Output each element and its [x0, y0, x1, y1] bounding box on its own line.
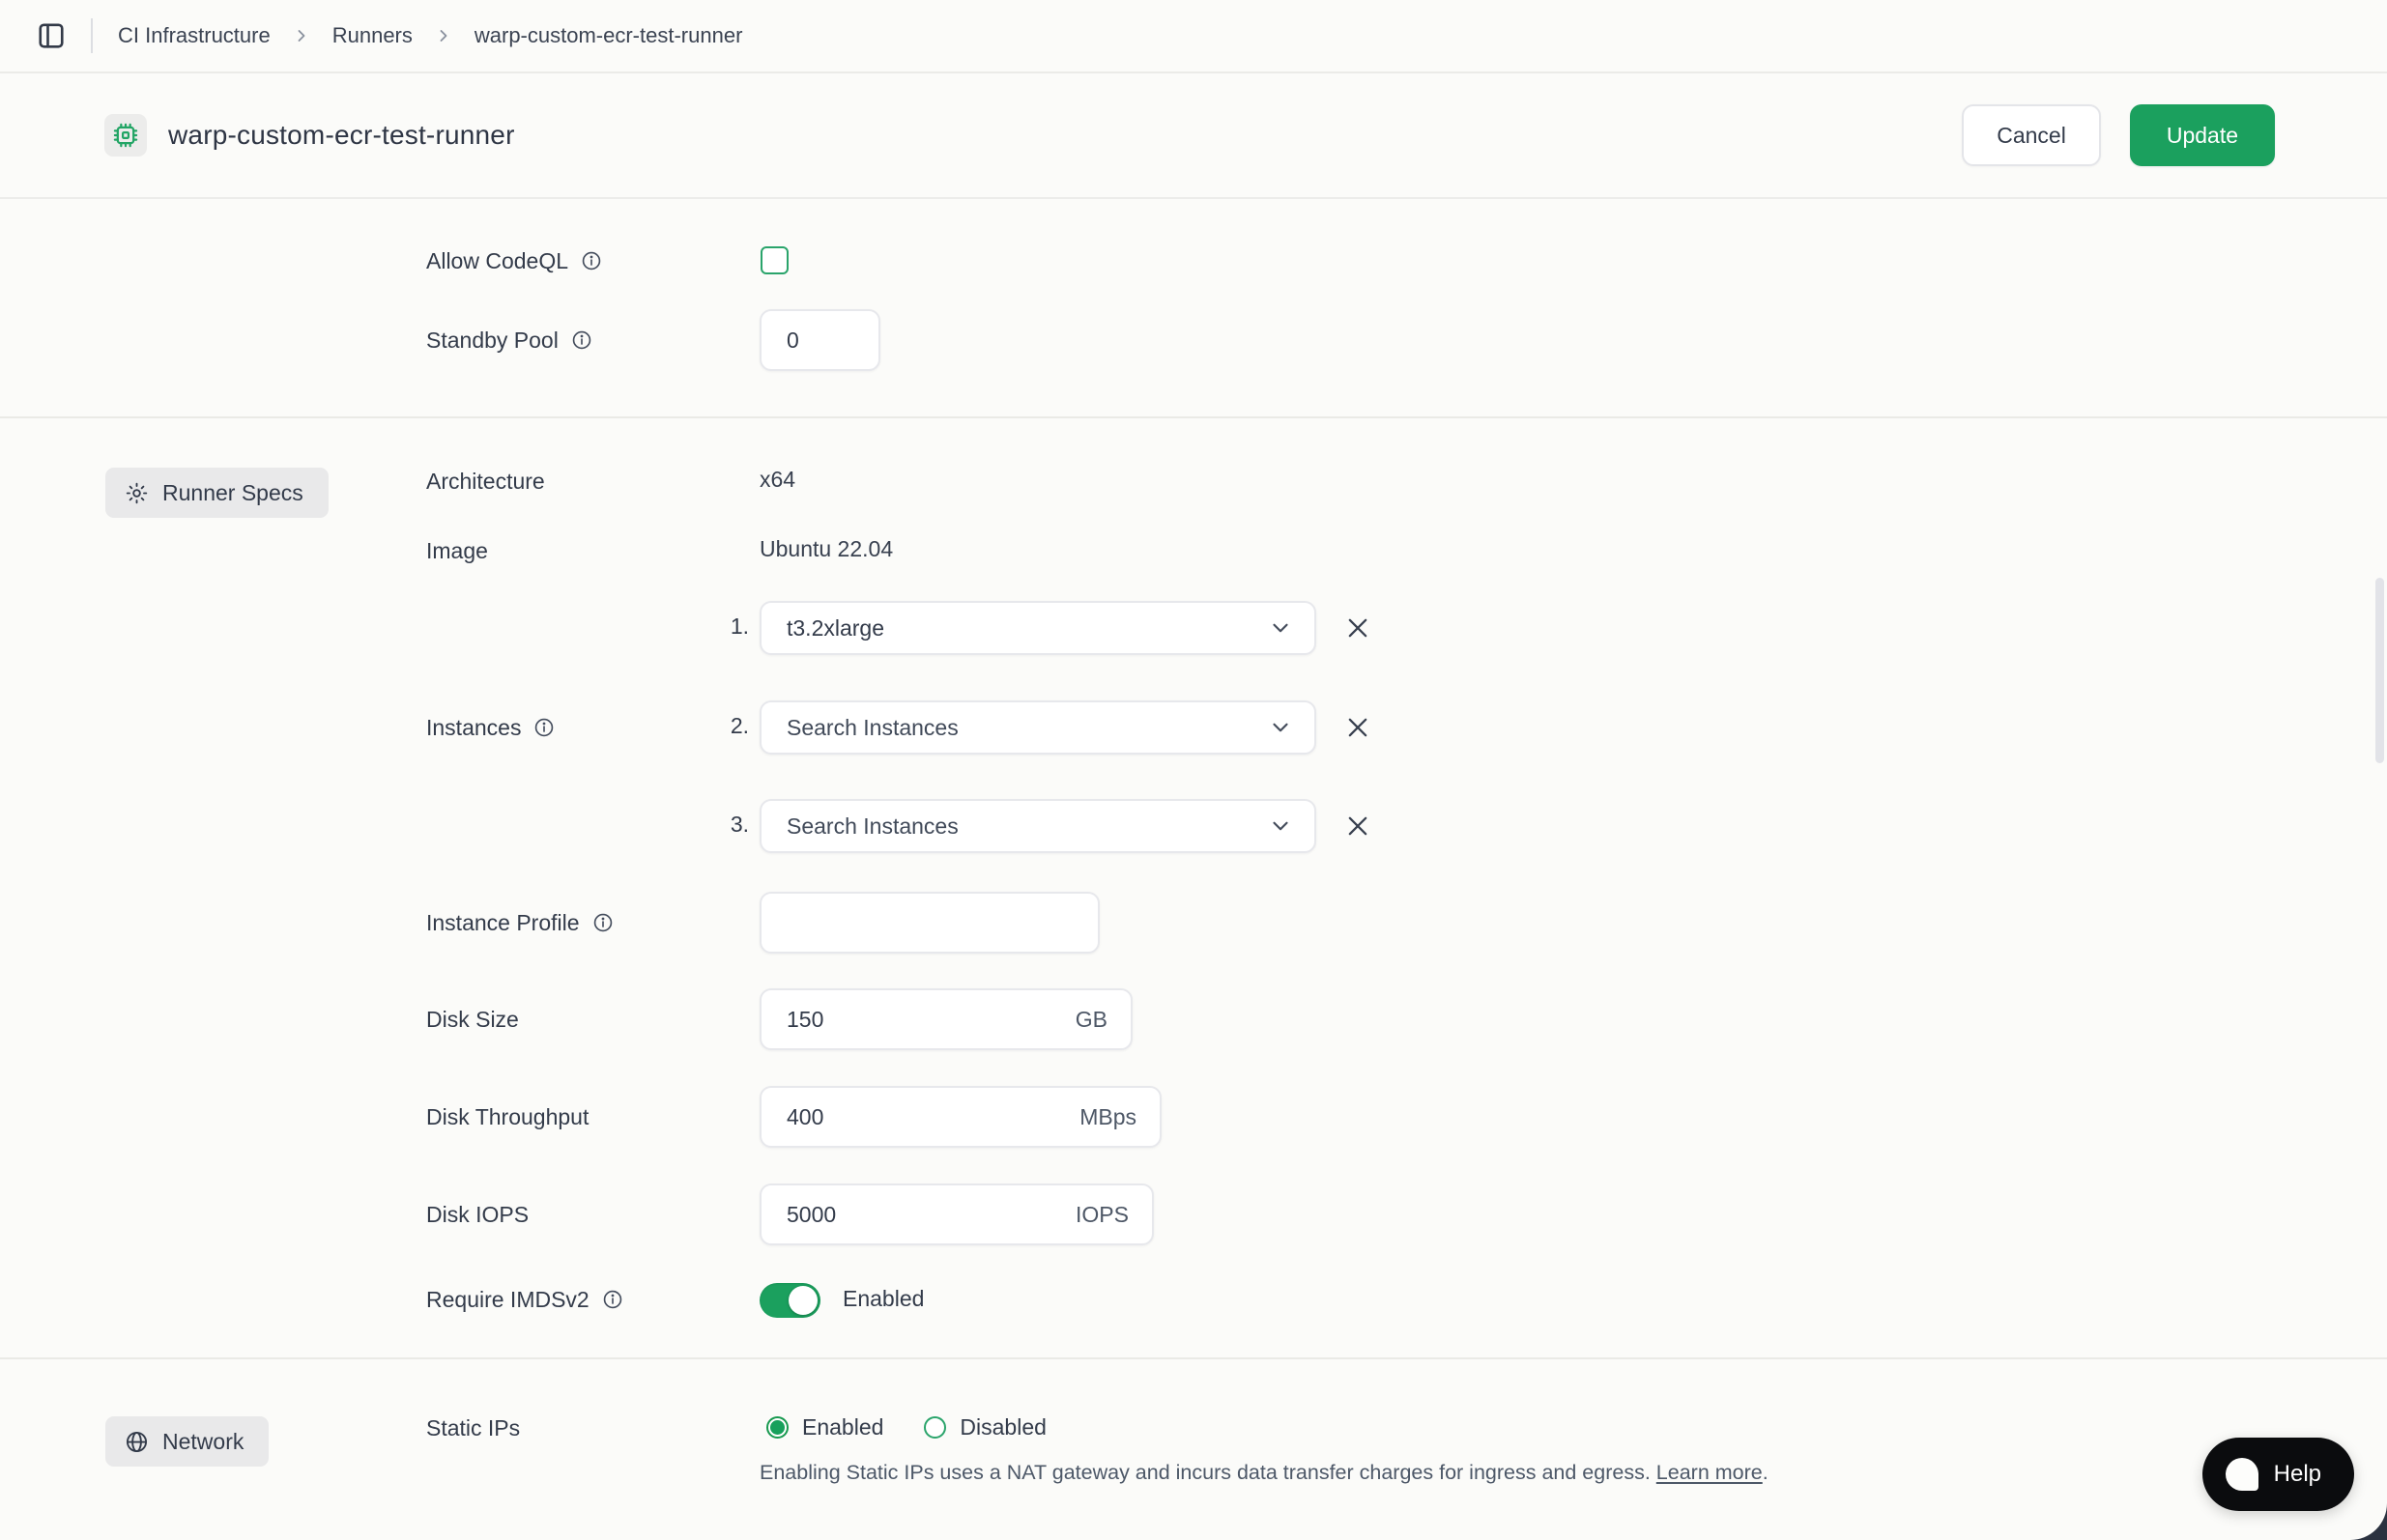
- image-row: Image Ubuntu 22.04: [0, 524, 2387, 578]
- breadcrumb-ci-infrastructure[interactable]: CI Infrastructure: [118, 23, 271, 48]
- imdsv2-row: Require IMDSv2 Enabled: [0, 1272, 2387, 1326]
- help-text-period: .: [1762, 1461, 1769, 1484]
- standby-pool-row: Standby Pool: [0, 309, 2387, 371]
- instance-profile-input-wrap: [760, 892, 1100, 954]
- info-icon[interactable]: [592, 912, 614, 933]
- instance-profile-row: Instance Profile: [0, 892, 2387, 954]
- instance-profile-input[interactable]: [760, 892, 1100, 954]
- allow-codeql-label-group: Allow CodeQL: [426, 234, 602, 288]
- instance-profile-label: Instance Profile: [426, 909, 580, 935]
- info-icon[interactable]: [602, 1289, 623, 1310]
- standby-pool-label-group: Standby Pool: [426, 309, 592, 371]
- imdsv2-toggle[interactable]: [760, 1283, 820, 1318]
- static-ips-enabled-option[interactable]: Enabled: [766, 1414, 883, 1440]
- instance-row-number: 1.: [730, 613, 749, 639]
- instance-select-2-placeholder: Search Instances: [787, 714, 959, 740]
- standby-pool-input[interactable]: [760, 309, 880, 371]
- header-actions: Cancel Update: [1962, 104, 2275, 166]
- instance-row-1: 1. t3.2xlarge: [0, 601, 2387, 655]
- static-ips-enabled-label: Enabled: [802, 1414, 884, 1440]
- page-title: warp-custom-ecr-test-runner: [168, 120, 515, 150]
- section-divider: [0, 416, 2387, 418]
- disk-throughput-row: Disk Throughput MBps: [0, 1086, 2387, 1148]
- info-icon[interactable]: [581, 250, 602, 271]
- static-ips-disabled-label: Disabled: [960, 1414, 1047, 1440]
- disk-size-label: Disk Size: [426, 1006, 519, 1032]
- disk-iops-input[interactable]: [760, 1184, 1154, 1245]
- breadcrumb-bar: CI Infrastructure Runners warp-custom-ec…: [0, 0, 2387, 73]
- image-label: Image: [426, 537, 488, 563]
- instance-select-1[interactable]: t3.2xlarge: [760, 601, 1316, 655]
- disk-iops-label: Disk IOPS: [426, 1201, 530, 1227]
- disk-throughput-input-wrap: MBps: [760, 1086, 1162, 1148]
- help-button-label: Help: [2273, 1461, 2321, 1487]
- remove-instance-2-button[interactable]: [1341, 711, 1374, 744]
- disk-size-input-wrap: GB: [760, 988, 1133, 1050]
- architecture-value: x64: [760, 467, 796, 492]
- disk-size-input[interactable]: [760, 988, 1133, 1050]
- disk-throughput-label: Disk Throughput: [426, 1103, 590, 1129]
- instance-select-2[interactable]: Search Instances: [760, 700, 1316, 755]
- divider: [91, 18, 93, 53]
- chevron-right-icon: [292, 26, 311, 45]
- breadcrumb-current-runner: warp-custom-ecr-test-runner: [474, 23, 743, 47]
- learn-more-link[interactable]: Learn more: [1656, 1461, 1763, 1484]
- disk-iops-row: Disk IOPS IOPS: [0, 1184, 2387, 1245]
- remove-instance-3-button[interactable]: [1341, 810, 1374, 842]
- architecture-row: Architecture x64: [0, 454, 2387, 508]
- static-ips-radio-group: Enabled Disabled: [766, 1414, 1047, 1440]
- static-ips-label: Static IPs: [426, 1414, 521, 1440]
- cancel-button[interactable]: Cancel: [1962, 104, 2101, 166]
- radio-unselected-icon: [924, 1416, 947, 1439]
- page-header: warp-custom-ecr-test-runner Cancel Updat…: [0, 73, 2387, 199]
- runner-settings-page: CI Infrastructure Runners warp-custom-ec…: [0, 0, 2387, 1540]
- breadcrumb: CI Infrastructure Runners warp-custom-ec…: [118, 23, 742, 48]
- chevron-down-icon: [1268, 715, 1293, 740]
- static-ips-row: Static IPs Enabled Disabled: [0, 1401, 2387, 1455]
- toggle-knob: [789, 1286, 818, 1315]
- instance-select-3[interactable]: Search Instances: [760, 799, 1316, 853]
- image-value: Ubuntu 22.04: [760, 536, 894, 561]
- allow-codeql-checkbox[interactable]: [761, 246, 789, 274]
- chevron-right-icon: [434, 26, 453, 45]
- architecture-label: Architecture: [426, 468, 545, 494]
- chat-bubble-icon: [2225, 1458, 2258, 1491]
- info-icon[interactable]: [571, 329, 592, 351]
- scrollbar-thumb[interactable]: [2375, 578, 2384, 763]
- section-divider: [0, 1357, 2387, 1359]
- static-ips-help-body: Enabling Static IPs uses a NAT gateway a…: [760, 1461, 1656, 1484]
- sidebar-toggle-button[interactable]: [35, 19, 68, 52]
- cpu-chip-icon: [112, 122, 139, 149]
- allow-codeql-label: Allow CodeQL: [426, 247, 569, 273]
- disk-throughput-input[interactable]: [760, 1086, 1162, 1148]
- static-ips-help-text: Enabling Static IPs uses a NAT gateway a…: [760, 1461, 1769, 1485]
- runner-icon-badge: [104, 114, 147, 157]
- panel-left-icon: [37, 21, 66, 50]
- remove-instance-1-button[interactable]: [1341, 612, 1374, 644]
- help-button[interactable]: Help: [2201, 1438, 2354, 1511]
- standby-pool-label: Standby Pool: [426, 327, 559, 353]
- disk-iops-input-wrap: IOPS: [760, 1184, 1154, 1245]
- imdsv2-label: Require IMDSv2: [426, 1286, 590, 1312]
- instance-row-2: 2. Search Instances: [0, 700, 2387, 755]
- update-button[interactable]: Update: [2129, 104, 2275, 166]
- chevron-down-icon: [1268, 813, 1293, 839]
- imdsv2-state-label: Enabled: [843, 1286, 925, 1311]
- instance-row-number: 2.: [730, 713, 749, 738]
- instance-select-1-value: t3.2xlarge: [787, 614, 885, 641]
- instance-row-number: 3.: [730, 812, 749, 837]
- instance-select-3-placeholder: Search Instances: [787, 813, 959, 839]
- standby-pool-input-wrap: [760, 309, 880, 371]
- allow-codeql-row: Allow CodeQL: [0, 234, 2387, 288]
- breadcrumb-runners[interactable]: Runners: [332, 23, 413, 48]
- radio-selected-icon: [766, 1416, 789, 1439]
- instance-row-3: 3. Search Instances: [0, 799, 2387, 853]
- disk-size-row: Disk Size GB: [0, 988, 2387, 1050]
- static-ips-disabled-option[interactable]: Disabled: [924, 1414, 1047, 1440]
- chevron-down-icon: [1268, 615, 1293, 641]
